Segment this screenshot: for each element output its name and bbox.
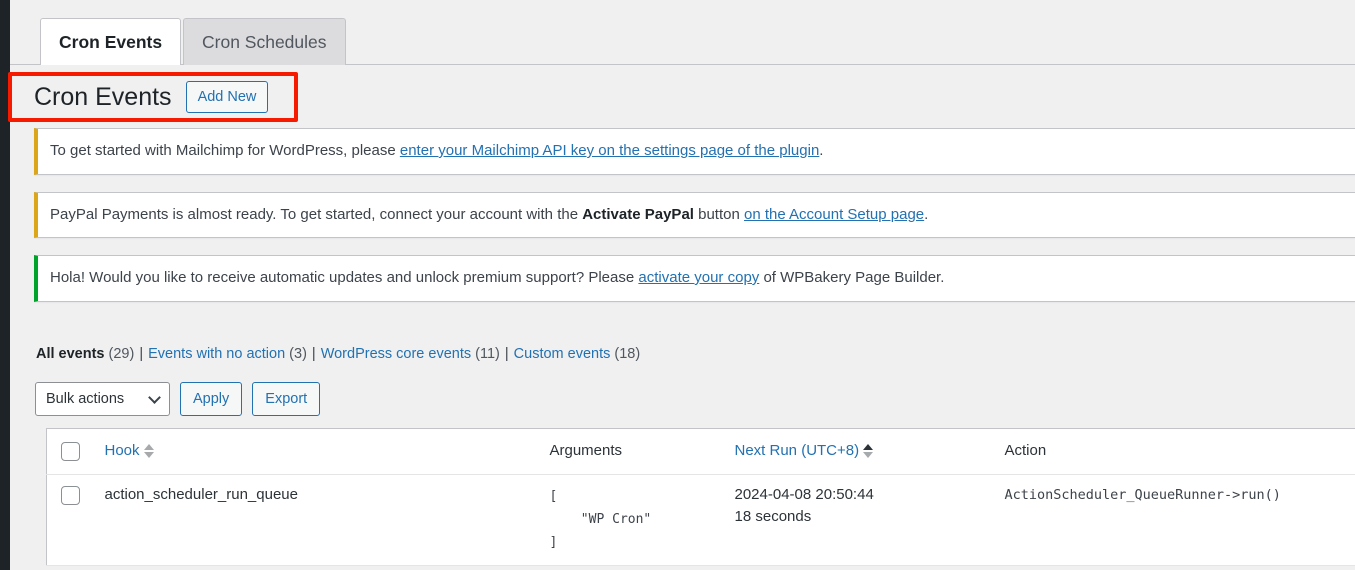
select-all-checkbox[interactable]	[61, 442, 80, 461]
bulk-actions-selected-value: Bulk actions	[46, 391, 125, 407]
notice-list: To get started with Mailchimp for WordPr…	[34, 128, 1355, 319]
export-button-label: Export	[265, 391, 308, 407]
row-next-run-date: 2024-04-08 20:50:44	[734, 486, 874, 503]
mailchimp-settings-link[interactable]: enter your Mailchimp API key on the sett…	[400, 142, 819, 159]
column-header-action: Action	[994, 428, 1355, 475]
row-action-callback: ActionScheduler_QueueRunner->run()	[1004, 487, 1281, 503]
chevron-down-icon	[148, 391, 161, 404]
page-heading-row: Cron Events Add New	[10, 66, 1355, 128]
export-button[interactable]: Export	[252, 382, 321, 416]
filter-custom-events[interactable]: Custom events (18)	[514, 346, 641, 362]
filter-all-events[interactable]: All events (29)	[36, 346, 134, 362]
sort-asc-arrow-icon	[143, 443, 154, 450]
row-action-cell: ActionScheduler_QueueRunner->run()	[994, 474, 1355, 567]
add-new-button[interactable]: Add New	[185, 81, 269, 113]
column-header-arguments: Arguments	[539, 428, 725, 475]
column-header-action-label: Action	[1004, 442, 1047, 459]
filter-core-events[interactable]: WordPress core events (11)	[321, 346, 500, 362]
row-arguments-cell: [ "WP Cron" ]	[539, 474, 725, 567]
sort-next-run-link[interactable]: Next Run (UTC+8)	[735, 442, 874, 459]
filter-separator: |	[504, 346, 509, 362]
notice-text: .	[819, 142, 824, 159]
notice-text: .	[924, 205, 929, 223]
column-header-next-run-label: Next Run (UTC+8)	[734, 442, 860, 459]
column-header-hook-label: Hook	[104, 442, 140, 459]
filter-links: All events (29) | Events with no action (3…	[36, 347, 640, 362]
column-header-arguments-label: Arguments	[549, 442, 623, 459]
notice-text: To get started with Mailchimp for WordPr…	[50, 142, 400, 159]
activate-paypal-emphasis: Activate PayPal	[582, 205, 694, 223]
notice-text: button	[693, 205, 744, 223]
row-hook-name: action_scheduler_run_queue	[104, 486, 298, 503]
filter-events-no-action[interactable]: Events with no action (3)	[148, 346, 307, 362]
notice-text: PayPal Payments is almost ready. To get …	[50, 205, 583, 223]
activate-copy-link[interactable]: activate your copy	[638, 269, 759, 286]
notice-mailchimp: To get started with Mailchimp for WordPr…	[34, 128, 1355, 175]
apply-button-label: Apply	[193, 391, 230, 407]
account-setup-link[interactable]: on the Account Setup page	[744, 206, 924, 223]
notice-wpbakery-text: Hola! Would you like to receive automati…	[50, 267, 944, 290]
tab-bar: Cron Events Cron Schedules	[10, 0, 1355, 65]
notice-wpbakery: Hola! Would you like to receive automati…	[34, 255, 1355, 302]
filter-all-events-label: All events	[36, 346, 105, 362]
sort-indicator-icon	[863, 443, 874, 458]
filter-custom-events-label[interactable]: Custom events	[514, 346, 611, 362]
tab-cron-events-label: Cron Events	[59, 31, 163, 52]
table-header-row: Hook Arguments Next Run (UTC+8) Action	[46, 428, 1355, 475]
filter-events-no-action-label[interactable]: Events with no action	[148, 346, 285, 362]
add-new-button-label: Add New	[197, 89, 257, 105]
filter-core-events-label[interactable]: WordPress core events	[321, 346, 471, 362]
row-checkbox[interactable]	[61, 486, 80, 505]
filter-separator: |	[139, 346, 144, 362]
row-hook-cell: action_scheduler_run_queue	[94, 474, 540, 567]
tab-cron-schedules[interactable]: Cron Schedules	[183, 18, 346, 65]
filter-core-events-count: (11)	[475, 346, 500, 362]
column-header-hook[interactable]: Hook	[94, 428, 540, 475]
page-title: Cron Events	[34, 83, 172, 111]
tab-cron-schedules-label: Cron Schedules	[202, 31, 327, 52]
table-head: Hook Arguments Next Run (UTC+8) Action	[46, 428, 1355, 475]
table-row: action_scheduler_run_queue [ "WP Cron" ]…	[46, 474, 1355, 567]
bulk-actions-select[interactable]: Bulk actions	[35, 382, 170, 416]
sort-desc-arrow-icon	[143, 451, 154, 458]
sort-desc-arrow-icon	[863, 451, 874, 458]
column-header-next-run[interactable]: Next Run (UTC+8)	[724, 428, 995, 475]
sort-indicator-icon	[143, 443, 154, 458]
table-body: action_scheduler_run_queue [ "WP Cron" ]…	[46, 474, 1355, 567]
notice-paypal-text: PayPal Payments is almost ready. To get …	[50, 204, 928, 227]
apply-button[interactable]: Apply	[180, 382, 243, 416]
filter-events-no-action-count: (3)	[289, 346, 307, 362]
sort-hook-link[interactable]: Hook	[105, 442, 154, 459]
filter-separator: |	[311, 346, 316, 362]
notice-paypal: PayPal Payments is almost ready. To get …	[34, 191, 1355, 238]
notice-text: Hola! Would you like to receive automati…	[50, 269, 639, 286]
notice-mailchimp-text: To get started with Mailchimp for WordPr…	[50, 140, 823, 163]
tab-cron-events[interactable]: Cron Events	[40, 18, 182, 65]
row-next-run-relative: 18 seconds	[734, 508, 812, 525]
row-arguments-value: [ "WP Cron" ]	[549, 489, 652, 550]
row-next-run-cell: 2024-04-08 20:50:44 18 seconds	[724, 474, 995, 567]
filter-custom-events-count: (18)	[614, 346, 641, 362]
wp-admin-screen: Cron Events Cron Schedules Cron Events A…	[0, 0, 1355, 570]
filter-all-events-count: (29)	[108, 346, 135, 362]
table-navigation: Bulk actions Apply Export	[35, 382, 321, 416]
admin-content-area: Cron Events Cron Schedules Cron Events A…	[10, 0, 1355, 570]
sort-asc-arrow-icon	[863, 443, 874, 450]
column-header-select-all	[46, 428, 95, 475]
admin-sidebar-strip	[0, 0, 10, 570]
cron-events-table: Hook Arguments Next Run (UTC+8) Action a…	[46, 428, 1355, 567]
row-select-cell	[46, 474, 95, 567]
notice-text: of WPBakery Page Builder.	[759, 269, 945, 286]
